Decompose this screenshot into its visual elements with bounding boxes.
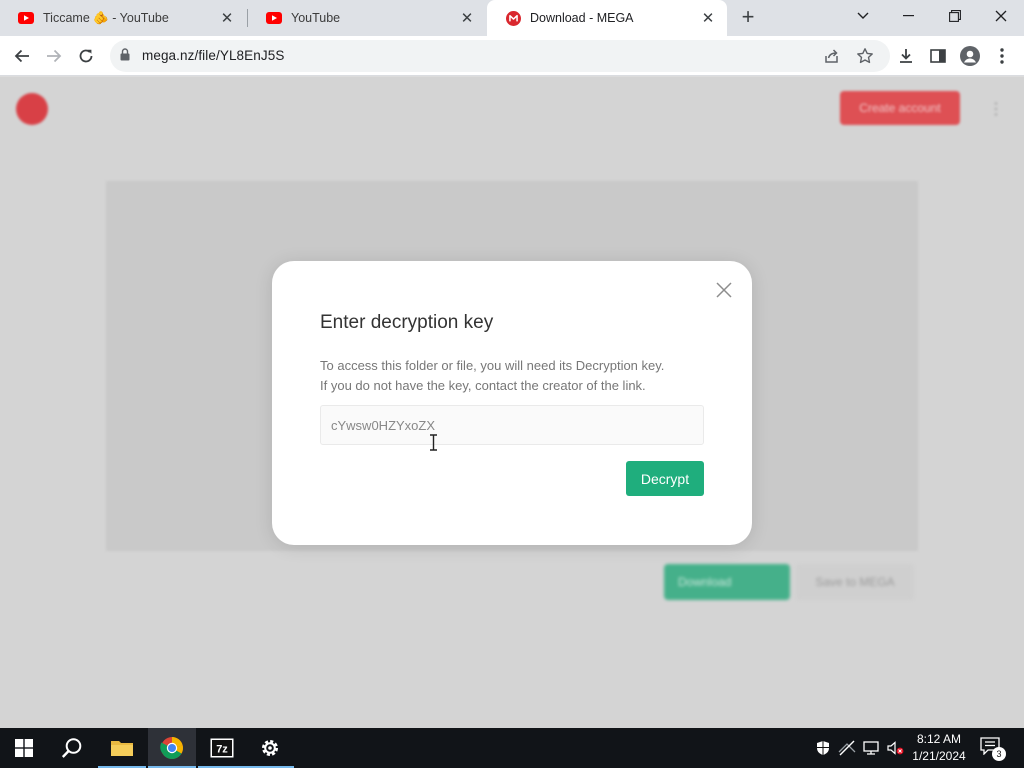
tab-title: Ticcame 🫵 - YouTube [43,10,169,25]
address-bar[interactable]: mega.nz/file/YL8EnJ5S [110,40,890,72]
tab-download-mega[interactable]: Download - MEGA ✕ [487,0,727,36]
ethernet-icon[interactable] [862,739,880,757]
settings-icon[interactable] [246,728,294,768]
mega-icon [505,10,521,26]
close-window-button[interactable] [978,0,1024,32]
tab-title: YouTube [291,11,341,25]
back-button[interactable] [8,42,36,70]
url-text: mega.nz/file/YL8EnJ5S [142,48,285,63]
svg-text:7z: 7z [216,744,228,756]
create-account-button[interactable]: Create account [840,91,960,125]
reload-button[interactable] [72,42,100,70]
chrome-icon[interactable] [148,728,196,768]
download-button[interactable]: Download [664,564,790,600]
text-cursor-icon [429,434,438,451]
tab-ticcame-youtube[interactable]: Ticcame 🫵 - YouTube ✕ [0,0,246,36]
search-icon[interactable] [48,728,96,768]
network-disconnected-icon[interactable] [838,739,856,757]
system-clock[interactable]: 8:12 AM 1/21/2024 [906,731,972,765]
volume-muted-icon[interactable] [886,739,904,757]
description-line: If you do not have the key, contact the … [320,378,646,393]
decryption-key-dialog: Enter decryption key To access this fold… [272,261,752,545]
profile-avatar[interactable] [956,42,984,70]
tab-strip: Ticcame 🫵 - YouTube ✕ YouTube ✕ Download… [0,0,1024,36]
security-shield-icon[interactable] [814,739,832,757]
dialog-title: Enter decryption key [320,312,494,333]
tab-title: Download - MEGA [530,11,634,25]
clock-date: 1/21/2024 [912,749,966,763]
youtube-icon [18,10,34,26]
notification-count-badge: 3 [992,747,1006,761]
tab-youtube[interactable]: YouTube ✕ [248,0,486,36]
file-explorer-icon[interactable] [98,728,146,768]
mega-logo[interactable] [16,93,48,125]
page-menu-icon[interactable]: ⋮ [988,99,1004,119]
description-line: To access this folder or file, you will … [320,358,665,373]
download-label: Download [678,575,732,589]
browser-menu-icon[interactable] [988,42,1016,70]
minimize-button[interactable] [886,0,932,32]
windows-taskbar: 7z 8:12 AM 1/21/2024 3 [0,728,1024,768]
dialog-description: To access this folder or file, you will … [320,356,720,396]
browser-toolbar: mega.nz/file/YL8EnJ5S [0,36,1024,76]
lock-icon[interactable] [120,48,130,66]
new-tab-button[interactable]: + [736,4,760,29]
close-tab-icon[interactable]: ✕ [458,9,476,27]
close-tab-icon[interactable]: ✕ [699,9,717,27]
save-to-mega-button[interactable]: Save to MEGA [796,564,914,600]
share-icon[interactable] [823,47,841,70]
clock-time: 8:12 AM [916,732,962,746]
7zip-icon[interactable]: 7z [198,728,246,768]
close-tab-icon[interactable]: ✕ [218,9,236,27]
side-panel-icon[interactable] [924,42,952,70]
decrypt-button[interactable]: Decrypt [626,461,704,496]
close-icon[interactable] [714,280,734,300]
youtube-icon [266,10,282,26]
start-icon[interactable] [0,728,48,768]
bookmark-star-icon[interactable] [856,47,874,70]
decryption-key-input[interactable] [320,405,704,445]
restore-button[interactable] [932,0,978,32]
forward-button[interactable] [40,42,68,70]
downloads-icon[interactable] [892,42,920,70]
tab-search-icon[interactable] [840,0,886,32]
